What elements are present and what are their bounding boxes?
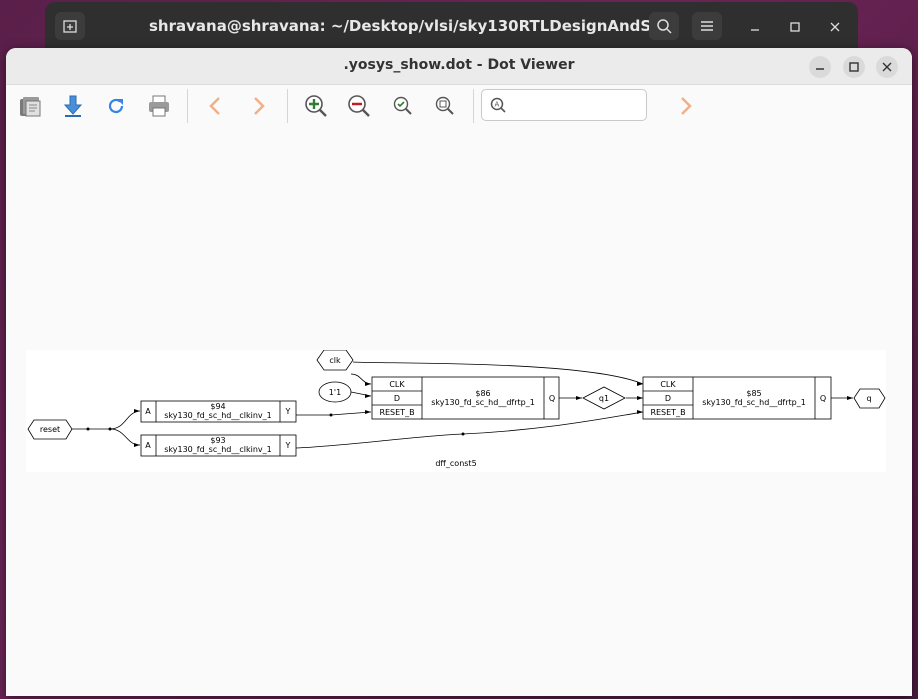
cell-id: $94 [210,402,225,411]
separator [473,89,474,123]
hamburger-icon [701,21,713,31]
cell-type: sky130_fd_sc_hd__dfrtp_1 [702,398,806,407]
terminal-close-button[interactable] [824,16,846,38]
graph-canvas[interactable]: reset clk 1'1 A $94 sky130_fd_sc_hd__clk… [26,349,886,472]
pin-d: D [665,394,671,403]
zoom-in-button[interactable] [301,91,331,121]
zoom-original-icon [435,96,454,115]
find-icon: A [490,97,506,113]
window-title: .yosys_show.dot - Dot Viewer [343,57,575,73]
pin-reset-b: RESET_B [650,408,685,417]
terminal-maximize-button[interactable] [784,16,806,38]
chevron-right-icon [254,97,265,115]
terminal-search-button[interactable] [649,12,679,40]
inverter-cell-93[interactable]: A $93 sky130_fd_sc_hd__clkinv_1 Y [140,434,297,457]
terminal-menu-button[interactable] [692,12,722,40]
print-button[interactable] [144,91,174,121]
pin-y: Y [285,407,291,416]
terminal-title: shravana@shravana: ~/Desktop/vlsi/sky130… [149,17,674,35]
reset-label: reset [40,425,60,434]
terminal-minimize-button[interactable] [744,16,766,38]
reload-button[interactable] [101,91,131,121]
cell-type: sky130_fd_sc_hd__dfrtp_1 [431,398,535,407]
minimize-icon [816,68,824,70]
pin-q: Q [820,394,826,403]
save-button[interactable] [58,91,88,121]
zoom-out-icon [348,95,370,117]
find-next-button[interactable] [671,91,701,121]
cell-id: $85 [746,389,761,398]
output-label: q [866,394,871,403]
reload-icon [108,98,124,114]
pin-clk: CLK [389,380,405,389]
title-bar: .yosys_show.dot - Dot Viewer [6,48,912,85]
output-port-q[interactable]: q [853,388,886,409]
close-icon [882,62,892,72]
zoom-out-button[interactable] [344,91,374,121]
module-name: dff_const5 [435,459,476,468]
inverter-cell-94[interactable]: A $94 sky130_fd_sc_hd__clkinv_1 Y [140,400,297,423]
pin-a: A [145,407,151,416]
constant-node[interactable]: 1'1 [318,381,352,403]
pin-d: D [394,394,400,403]
clk-label: clk [329,356,341,365]
input-port-clk[interactable]: clk [316,349,354,371]
minimize-icon [751,29,759,31]
pin-clk: CLK [660,380,676,389]
maximize-icon [790,22,800,32]
chevron-right-icon [681,97,692,115]
maximize-button[interactable] [843,56,865,78]
zoom-fit-button[interactable] [388,91,418,121]
new-tab-icon [63,20,77,33]
schematic-graph: reset clk 1'1 A $94 sky130_fd_sc_hd__clk… [27,349,886,468]
wire-label: q1 [599,394,609,403]
cell-id: $86 [475,389,490,398]
find-input[interactable] [510,94,644,118]
download-icon [63,95,83,117]
chevron-left-icon [209,97,220,115]
pin-reset-b: RESET_B [379,408,414,417]
close-button[interactable] [876,56,898,78]
zoom-in-icon [305,95,327,117]
dot-viewer-window: .yosys_show.dot - Dot Viewer A reset clk… [6,48,912,696]
back-button[interactable] [200,91,230,121]
separator [287,89,288,123]
minimize-button[interactable] [809,56,831,78]
close-icon [830,22,840,32]
zoom-100-button[interactable] [430,91,460,121]
cell-type: sky130_fd_sc_hd__clkinv_1 [164,445,272,454]
input-port-reset[interactable]: reset [27,419,73,440]
pin-a: A [145,441,151,450]
separator [187,89,188,123]
find-box[interactable]: A [481,89,647,121]
pin-q: Q [549,394,555,403]
svg-text:A: A [495,101,500,109]
maximize-icon [849,62,859,72]
forward-button[interactable] [244,91,274,121]
constant-label: 1'1 [329,388,341,397]
printer-icon [149,95,169,117]
cell-id: $93 [210,436,225,445]
search-icon [657,19,672,34]
pin-y: Y [285,441,291,450]
open-file-icon [20,97,41,117]
wire-node-q1[interactable]: q1 [582,386,626,410]
zoom-fit-icon [393,96,412,115]
toolbar: A [6,85,912,127]
cell-type: sky130_fd_sc_hd__clkinv_1 [164,411,272,420]
flop-cell-85[interactable]: CLK D RESET_B $85 sky130_fd_sc_hd__dfrtp… [642,376,832,420]
flop-cell-86[interactable]: CLK D RESET_B $86 sky130_fd_sc_hd__dfrtp… [371,376,560,420]
new-tab-button[interactable] [55,12,85,40]
open-button[interactable] [15,91,45,121]
